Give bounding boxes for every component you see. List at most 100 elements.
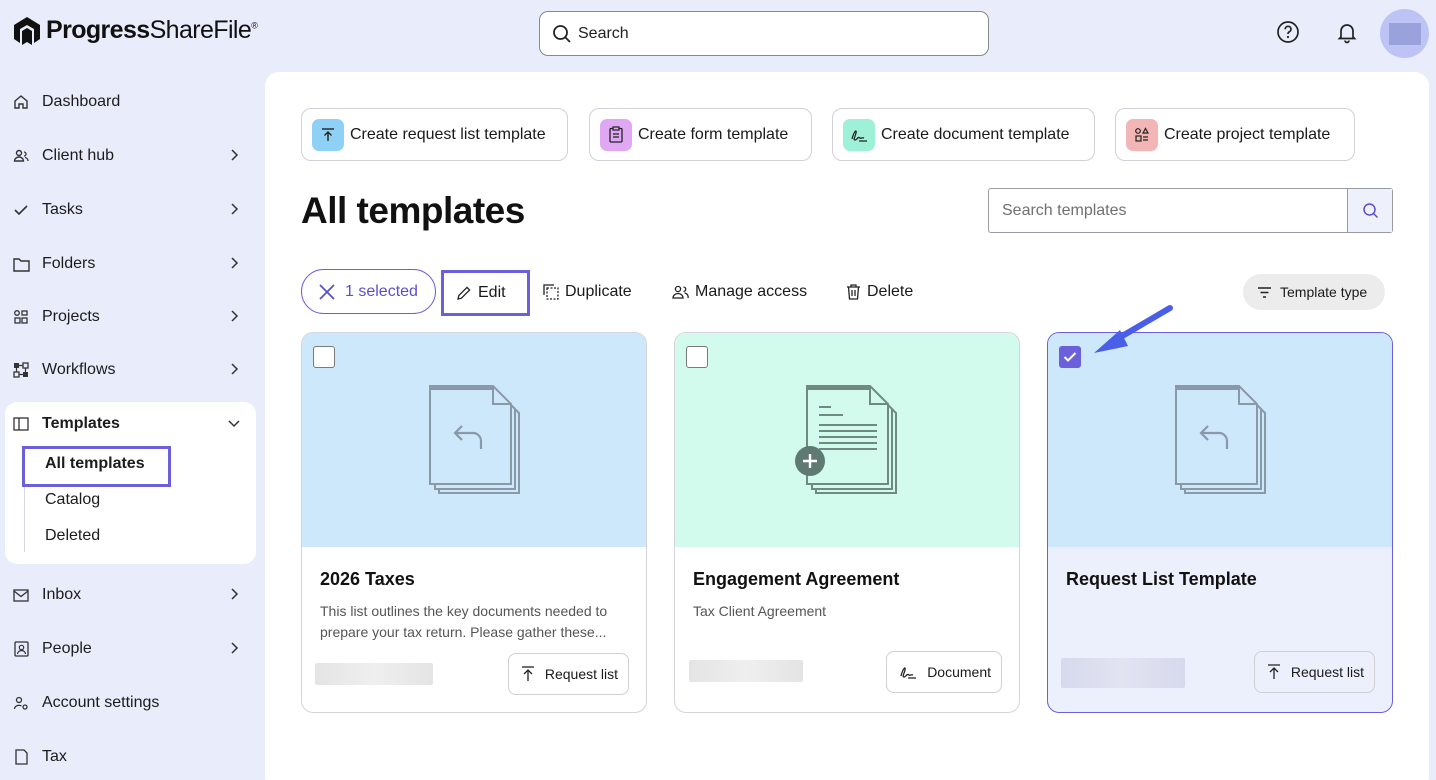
edit-button[interactable]: Edit [441, 270, 530, 316]
button-label: Create document template [881, 125, 1070, 143]
blurred-metadata [1061, 658, 1185, 688]
checkmark-icon [1063, 352, 1077, 362]
button-label: Create project template [1164, 125, 1331, 143]
tag-label: Request list [1290, 664, 1364, 680]
trash-icon [847, 284, 860, 300]
template-card[interactable]: 2026 Taxes This list outlines the key do… [301, 332, 647, 713]
sidebar-subitem-deleted[interactable]: Deleted [45, 527, 100, 545]
notifications-bell-icon[interactable] [1335, 20, 1359, 44]
card-thumbnail [675, 333, 1019, 547]
template-type-filter[interactable]: Template type [1243, 274, 1385, 310]
duplicate-button[interactable]: Duplicate [543, 283, 632, 301]
sidebar-subitem-catalog[interactable]: Catalog [45, 491, 100, 509]
create-request-list-template-button[interactable]: Create request list template [301, 108, 568, 161]
tax-icon [12, 748, 30, 766]
request-list-file-icon [429, 385, 520, 494]
template-type-tag: Request list [1253, 651, 1375, 693]
document-file-icon [795, 385, 897, 494]
button-label: Create request list template [350, 125, 546, 143]
template-card[interactable]: Engagement Agreement Tax Client Agreemen… [674, 332, 1020, 713]
sidebar-item-inbox[interactable]: Inbox [12, 580, 252, 610]
card-thumbnail [302, 333, 646, 547]
selected-count: 1 selected [345, 282, 418, 300]
pencil-icon [457, 286, 471, 300]
sidebar-item-tasks[interactable]: Tasks [12, 195, 252, 225]
workflows-icon [12, 361, 30, 379]
sidebar-item-label: Account settings [42, 694, 160, 711]
card-description: This list outlines the key documents nee… [320, 603, 608, 640]
create-form-template-button[interactable]: Create form template [589, 108, 812, 161]
clipboard-icon [600, 118, 632, 151]
chevron-right-icon [231, 642, 239, 654]
sidebar-item-folders[interactable]: Folders [12, 249, 252, 279]
sidebar-item-client-hub[interactable]: Client hub [12, 141, 252, 171]
active-item-highlight [22, 446, 171, 487]
tag-label: Document [927, 664, 991, 680]
user-avatar[interactable] [1380, 9, 1429, 58]
card-checkbox[interactable] [686, 346, 708, 368]
progress-logo-icon [14, 16, 40, 45]
duplicate-icon [543, 284, 559, 300]
sidebar-item-workflows[interactable]: Workflows [12, 355, 252, 385]
card-title: 2026 Taxes [320, 569, 415, 589]
sidebar-item-projects[interactable]: Projects [12, 302, 252, 332]
folder-icon [12, 255, 30, 273]
search-icon [553, 24, 571, 43]
chevron-down-icon [228, 420, 240, 428]
chevron-right-icon [231, 310, 239, 322]
chevron-right-icon [231, 257, 239, 269]
sidebar-item-label: People [42, 640, 92, 657]
sidebar-item-label: Client hub [42, 147, 115, 164]
create-document-template-button[interactable]: Create document template [832, 108, 1095, 161]
card-checkbox-checked[interactable] [1059, 346, 1081, 368]
template-search-placeholder[interactable]: Search templates [989, 189, 1347, 232]
button-label: Create form template [638, 125, 789, 143]
card-thumbnail [1048, 333, 1392, 547]
template-search-input[interactable]: Search templates [988, 188, 1393, 233]
button-label: Duplicate [565, 283, 632, 300]
template-search-button[interactable] [1347, 189, 1392, 232]
projects-icon [12, 308, 30, 326]
manage-access-button[interactable]: Manage access [672, 283, 807, 301]
button-label: Delete [867, 283, 914, 300]
sidebar-item-tax[interactable]: Tax [12, 742, 252, 772]
people-icon [12, 640, 30, 658]
client-hub-icon [12, 147, 30, 165]
global-search-input[interactable]: Search [539, 11, 989, 56]
chevron-right-icon [231, 203, 239, 215]
filter-label: Template type [1280, 284, 1368, 300]
card-title: Engagement Agreement [693, 569, 900, 589]
upload-icon [521, 666, 534, 681]
blurred-metadata [315, 663, 433, 685]
create-project-template-button[interactable]: Create project template [1115, 108, 1355, 161]
upload-icon [312, 118, 344, 151]
card-title: Request List Template [1066, 569, 1257, 589]
upload-icon [1267, 664, 1280, 679]
sidebar-item-label: Dashboard [42, 93, 121, 110]
button-label: Edit [478, 284, 506, 301]
delete-button[interactable]: Delete [846, 283, 913, 301]
request-list-file-icon [1175, 385, 1266, 494]
sidebar-item-templates[interactable]: Templates [12, 409, 252, 439]
sidebar-item-label: Folders [42, 255, 96, 272]
help-icon[interactable] [1276, 20, 1300, 44]
filter-icon [1258, 286, 1271, 298]
clear-selection-button[interactable]: 1 selected [301, 269, 436, 314]
card-checkbox[interactable] [313, 346, 335, 368]
sidebar-item-label: Templates [42, 415, 120, 432]
home-icon [12, 93, 30, 111]
shapes-icon [1126, 118, 1158, 151]
templates-icon [12, 415, 30, 433]
template-card-selected[interactable]: Request List Template Request list [1047, 332, 1393, 713]
sidebar-item-account-settings[interactable]: Account settings [12, 688, 252, 718]
tag-label: Request list [544, 666, 618, 682]
sidebar-item-dashboard[interactable]: Dashboard [12, 87, 252, 117]
chevron-right-icon [231, 149, 239, 161]
card-description: Tax Client Agreement [693, 603, 827, 619]
sidebar-item-people[interactable]: People [12, 634, 252, 664]
account-settings-icon [12, 694, 30, 712]
sidebar-item-label: Projects [42, 308, 100, 325]
progress-sharefile-logo[interactable]: ProgressShareFile® [14, 16, 258, 45]
sidebar-item-label: Tax [42, 748, 67, 765]
search-icon [1362, 203, 1378, 219]
